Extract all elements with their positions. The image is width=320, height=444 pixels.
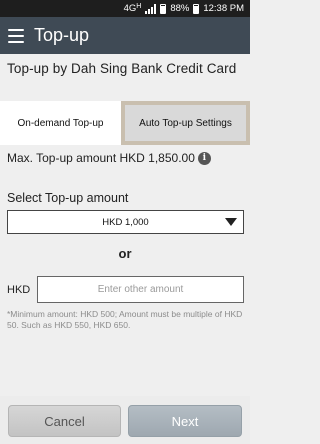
- other-amount-input[interactable]: [37, 276, 244, 303]
- clock: 12:38 PM: [203, 3, 244, 14]
- status-bar: 4GH 88% 12:38 PM: [0, 0, 250, 17]
- cancel-button[interactable]: Cancel: [8, 405, 121, 437]
- currency-label: HKD: [7, 284, 31, 296]
- page-heading: Top-up by Dah Sing Bank Credit Card: [7, 61, 237, 76]
- battery-icon: [160, 3, 167, 14]
- hamburger-menu-icon[interactable]: [8, 28, 24, 43]
- info-icon[interactable]: i: [197, 151, 211, 165]
- select-amount-label: Select Top-up amount: [7, 191, 129, 205]
- amount-dropdown-value: HKD 1,000: [102, 216, 149, 228]
- max-amount-text: Max. Top-up amount HKD 1,850.00: [7, 151, 195, 165]
- dropdown-arrow-icon: [225, 218, 237, 226]
- minimum-amount-note: *Minimum amount: HKD 500; Amount must be…: [7, 309, 243, 330]
- network-type: 4GH: [123, 3, 142, 14]
- app-title: Top-up: [34, 25, 90, 45]
- battery-saver-icon: [193, 3, 200, 14]
- tab-auto-top-up-settings[interactable]: Auto Top-up Settings: [121, 101, 250, 145]
- tab-bar: On-demand Top-up Auto Top-up Settings: [0, 101, 250, 145]
- amount-dropdown[interactable]: HKD 1,000: [7, 210, 244, 234]
- tab-on-demand-top-up[interactable]: On-demand Top-up: [0, 101, 121, 145]
- next-button[interactable]: Next: [128, 405, 242, 437]
- app-bar: Top-up: [0, 17, 250, 54]
- or-divider: or: [118, 246, 132, 261]
- signal-icon: [145, 3, 157, 14]
- battery-level: 88%: [170, 3, 190, 14]
- max-amount-row: Max. Top-up amount HKD 1,850.00 i: [7, 151, 211, 165]
